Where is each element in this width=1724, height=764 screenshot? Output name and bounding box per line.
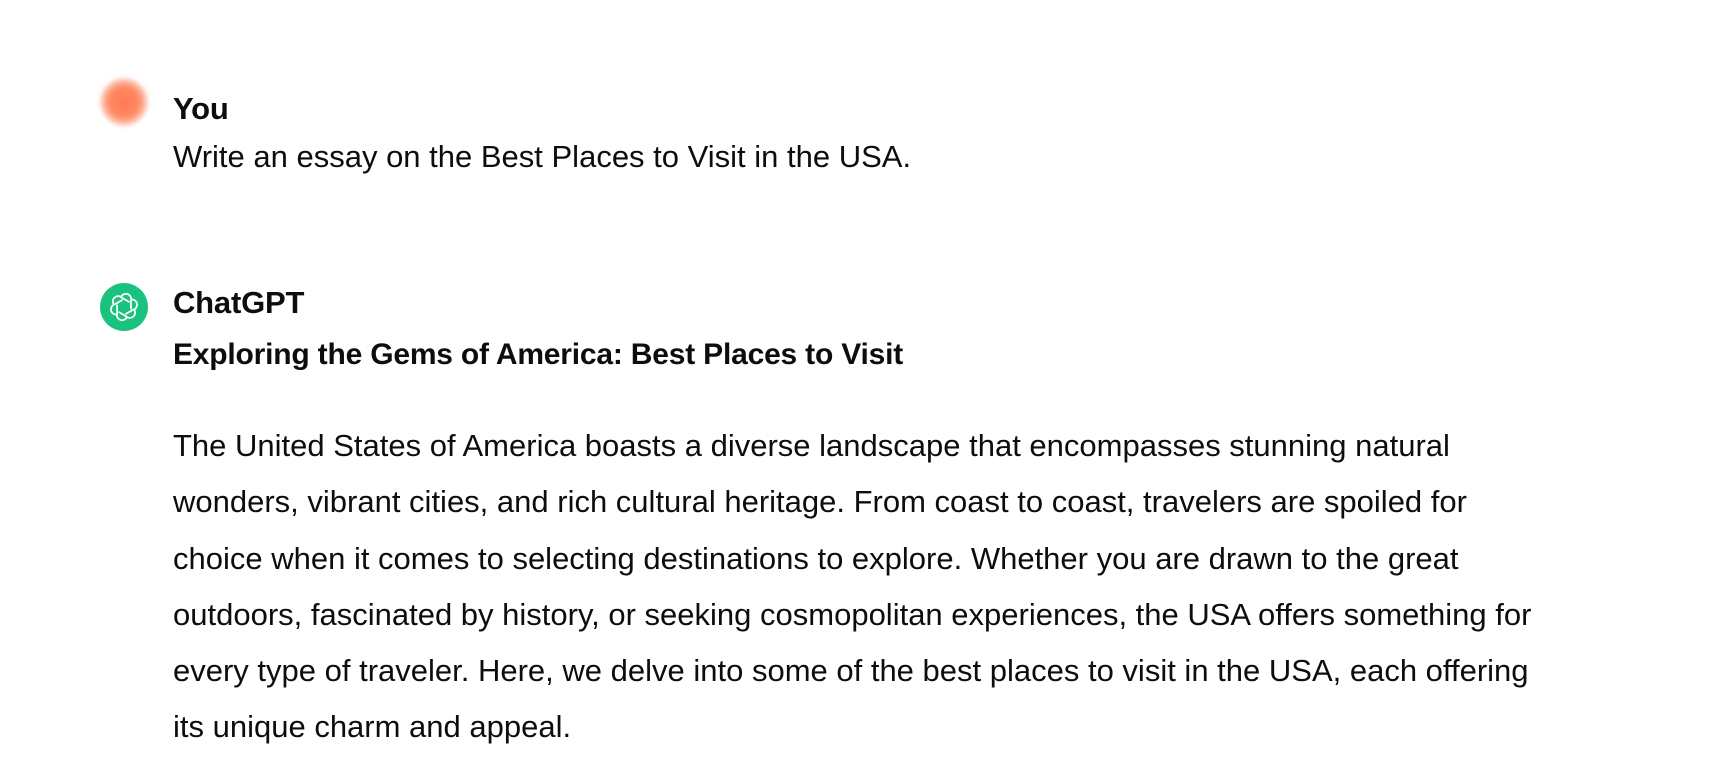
user-message-content: You Write an essay on the Best Places to… (173, 74, 1573, 177)
response-paragraph: The United States of America boasts a di… (173, 428, 1532, 745)
user-author-name: You (173, 91, 229, 126)
user-avatar-icon (100, 78, 148, 126)
user-message-text: Write an essay on the Best Places to Vis… (173, 139, 912, 174)
openai-logo-icon (100, 283, 148, 331)
assistant-message-content: ChatGPT Exploring the Gems of America: B… (173, 281, 1573, 756)
assistant-author-name: ChatGPT (173, 285, 305, 320)
response-heading: Exploring the Gems of America: Best Plac… (173, 338, 904, 371)
